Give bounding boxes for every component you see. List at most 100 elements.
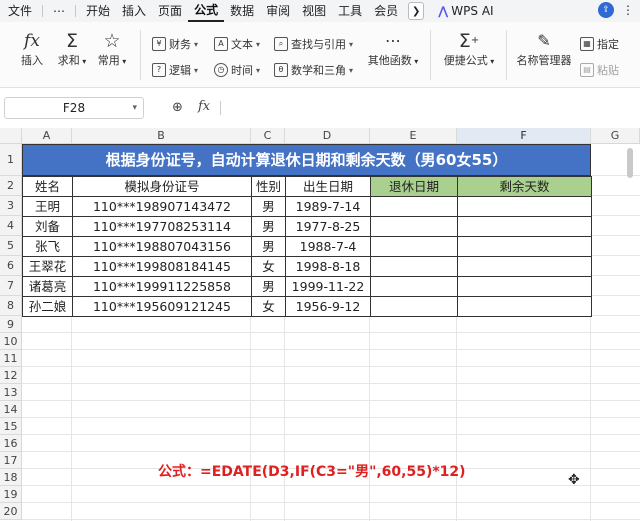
row-header-13[interactable]: 13 <box>0 384 22 401</box>
row-header-17[interactable]: 17 <box>0 452 22 469</box>
column-header-a[interactable]: A <box>22 128 72 144</box>
cell-gender[interactable]: 女 <box>251 256 286 277</box>
common-functions-button[interactable]: ☆ 常用 ▾ <box>90 28 134 69</box>
cell-gender[interactable]: 男 <box>251 216 286 237</box>
cell-remaining-days[interactable] <box>457 236 592 257</box>
tab-insert[interactable]: 插入 <box>116 0 152 22</box>
formula-input[interactable] <box>226 98 636 118</box>
row-header-5[interactable]: 5 <box>0 236 22 256</box>
row-header-15[interactable]: 15 <box>0 418 22 435</box>
cell-name[interactable]: 王明 <box>22 196 73 217</box>
row-header-7[interactable]: 7 <box>0 276 22 296</box>
row-header-3[interactable]: 3 <box>0 196 22 216</box>
tab-view[interactable]: 视图 <box>296 0 332 22</box>
name-box[interactable]: F28 ▾ <box>4 97 144 119</box>
header-retire-date[interactable]: 退休日期 <box>370 176 458 197</box>
select-all-corner[interactable] <box>0 128 22 144</box>
row-header-2[interactable]: 2 <box>0 176 22 196</box>
header-birth-date[interactable]: 出生日期 <box>285 176 371 197</box>
zoom-search-icon[interactable]: ⊕ <box>172 100 183 115</box>
column-header-g[interactable]: G <box>591 128 640 144</box>
cell-birth-date[interactable]: 1989-7-14 <box>285 196 371 217</box>
tab-tools[interactable]: 工具 <box>332 0 368 22</box>
cell-retire-date[interactable] <box>370 276 458 297</box>
cell-name[interactable]: 孙二娘 <box>22 296 73 317</box>
header-gender[interactable]: 性别 <box>251 176 286 197</box>
sheet-title-cell[interactable]: 根据身份证号，自动计算退休日期和剩余天数（男60女55） <box>22 144 591 176</box>
fx-icon[interactable]: fx <box>198 99 210 114</box>
tab-home[interactable]: 开始 <box>80 0 116 22</box>
cell-retire-date[interactable] <box>370 216 458 237</box>
cell-remaining-days[interactable] <box>457 216 592 237</box>
row-header-10[interactable]: 10 <box>0 333 22 350</box>
cell-gender[interactable]: 男 <box>251 276 286 297</box>
cell-remaining-days[interactable] <box>457 276 592 297</box>
row-header-11[interactable]: 11 <box>0 350 22 367</box>
vertical-scrollbar[interactable] <box>627 148 633 178</box>
cell-retire-date[interactable] <box>370 236 458 257</box>
cell-id-number[interactable]: 110***198807043156 <box>72 236 252 257</box>
time-functions-button[interactable]: ◷ 时间 ▾ <box>214 60 260 80</box>
tab-formula[interactable]: 公式 <box>188 1 225 22</box>
sum-button[interactable]: Σ 求和 ▾ <box>50 28 94 69</box>
row-header-16[interactable]: 16 <box>0 435 22 452</box>
cell-id-number[interactable]: 110***198907143472 <box>72 196 252 217</box>
wps-ai-button[interactable]: ⋀ WPS AI <box>438 4 493 18</box>
paste-button[interactable]: ▤ 粘贴 <box>580 60 619 80</box>
tab-member[interactable]: 会员 <box>368 0 404 22</box>
cell-name[interactable]: 刘备 <box>22 216 73 237</box>
assign-button[interactable]: ▦ 指定 <box>580 34 619 54</box>
chevron-down-icon[interactable]: ▾ <box>132 103 137 113</box>
header-name[interactable]: 姓名 <box>22 176 73 197</box>
tab-page[interactable]: 页面 <box>152 0 188 22</box>
column-header-c[interactable]: C <box>251 128 285 144</box>
other-functions-button[interactable]: ⋯ 其他函数 ▾ <box>364 28 422 69</box>
menu-more[interactable]: ⋯ <box>47 0 71 22</box>
cell-retire-date[interactable] <box>370 296 458 317</box>
column-header-b[interactable]: B <box>72 128 251 144</box>
row-header-19[interactable]: 19 <box>0 486 22 503</box>
row-header-6[interactable]: 6 <box>0 256 22 276</box>
quick-formula-button[interactable]: Σ+ 便捷公式 ▾ <box>440 28 498 69</box>
row-header-1[interactable]: 1 <box>0 144 22 176</box>
row-header-8[interactable]: 8 <box>0 296 22 316</box>
cell-birth-date[interactable]: 1977-8-25 <box>285 216 371 237</box>
cell-gender[interactable]: 男 <box>251 196 286 217</box>
name-manager-button[interactable]: ✎ 名称管理器 <box>514 28 574 68</box>
share-icon[interactable]: ⇪ <box>598 2 614 18</box>
cell-retire-date[interactable] <box>370 196 458 217</box>
cell-name[interactable]: 王翠花 <box>22 256 73 277</box>
insert-function-button[interactable]: fx 插入 <box>10 28 54 68</box>
column-header-e[interactable]: E <box>370 128 457 144</box>
cell-gender[interactable]: 女 <box>251 296 286 317</box>
cell-birth-date[interactable]: 1998-8-18 <box>285 256 371 277</box>
more-tabs-chevron-right-icon[interactable]: ❯ <box>408 2 425 20</box>
row-header-9[interactable]: 9 <box>0 316 22 333</box>
finance-functions-button[interactable]: ¥ 财务 ▾ <box>152 34 198 54</box>
tab-data[interactable]: 数据 <box>224 0 260 22</box>
spreadsheet-grid[interactable]: ABCDEFG 1 2 3 4 5 6 7 8 9 10 11 12 13 14 15 16 17 18 19 20 … <box>0 128 640 521</box>
cell-birth-date[interactable]: 1956-9-12 <box>285 296 371 317</box>
cell-birth-date[interactable]: 1999-11-22 <box>285 276 371 297</box>
menu-file[interactable]: 文件 <box>0 0 38 22</box>
cell-name[interactable]: 诸葛亮 <box>22 276 73 297</box>
row-header-4[interactable]: 4 <box>0 216 22 236</box>
cell-retire-date[interactable] <box>370 256 458 277</box>
cell-remaining-days[interactable] <box>457 196 592 217</box>
cell-remaining-days[interactable] <box>457 256 592 277</box>
row-header-18[interactable]: 18 <box>0 469 22 486</box>
math-functions-button[interactable]: θ 数学和三角 ▾ <box>274 60 353 80</box>
row-header-14[interactable]: 14 <box>0 401 22 418</box>
header-remaining-days[interactable]: 剩余天数 <box>457 176 592 197</box>
cell-gender[interactable]: 男 <box>251 236 286 257</box>
tab-review[interactable]: 审阅 <box>260 0 296 22</box>
lookup-functions-button[interactable]: ⌕ 查找与引用 ▾ <box>274 34 353 54</box>
cell-birth-date[interactable]: 1988-7-4 <box>285 236 371 257</box>
more-options-icon[interactable]: ⋮ <box>622 3 634 17</box>
cell-id-number[interactable]: 110***195609121245 <box>72 296 252 317</box>
column-header-f[interactable]: F <box>457 128 591 144</box>
cell-remaining-days[interactable] <box>457 296 592 317</box>
logic-functions-button[interactable]: ? 逻辑 ▾ <box>152 60 198 80</box>
cell-id-number[interactable]: 110***199808184145 <box>72 256 252 277</box>
row-header-12[interactable]: 12 <box>0 367 22 384</box>
